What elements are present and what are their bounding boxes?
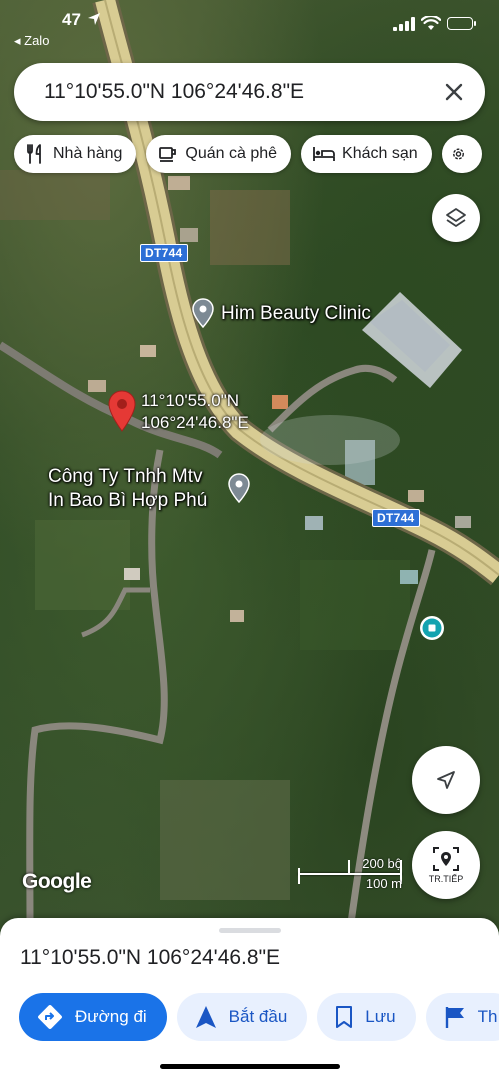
poi-label[interactable]: Công Ty Tnhh Mtv In Bao Bì Hợp Phú: [48, 465, 207, 513]
pin-coordinate-label: 11°10'55.0"N 106°24'46.8"E: [141, 390, 249, 434]
location-arrow-icon: [437, 771, 455, 789]
pin-coordinate-line: 11°10'55.0"N: [141, 391, 239, 410]
chip-hotels[interactable]: Khách sạn: [301, 135, 432, 173]
poi-marker-icon[interactable]: [228, 473, 250, 503]
chip-label: Quán cà phê: [185, 145, 278, 162]
category-chips: Nhà hàng Quán cà phê Khách sạn: [14, 135, 482, 173]
bookmark-icon: [336, 1006, 353, 1028]
action-buttons: Đường đi Bắt đầu Lưu Th: [19, 993, 499, 1041]
label-label: Th: [477, 1007, 498, 1026]
pin-coordinate-line: 106°24'46.8"E: [141, 413, 249, 432]
gear-icon: [452, 148, 464, 160]
save-label: Lưu: [365, 1007, 396, 1026]
chip-restaurants[interactable]: Nhà hàng: [14, 135, 137, 173]
live-view-icon: [433, 847, 459, 871]
label-button[interactable]: Th: [425, 993, 499, 1041]
start-label: Bắt đầu: [228, 1007, 288, 1026]
search-box[interactable]: 11°10'55.0"N 106°24'46.8"E: [14, 63, 485, 121]
chip-more[interactable]: [441, 135, 482, 173]
map-scale: 200 bộ 100 m: [298, 856, 402, 892]
layers-icon: [446, 208, 466, 227]
live-view-label: TR.TIẾP: [428, 874, 464, 884]
sheet-drag-handle[interactable]: [219, 928, 281, 933]
scale-tick: [348, 860, 350, 874]
my-location-button[interactable]: [412, 746, 480, 814]
location-arrow-icon: [88, 13, 100, 25]
home-indicator: [160, 1064, 340, 1069]
flag-icon: [445, 1007, 464, 1028]
coffee-icon: [159, 147, 177, 162]
back-to-app-link[interactable]: ◂ Zalo: [14, 33, 49, 49]
transit-marker-icon[interactable]: [418, 614, 446, 642]
directions-icon: [38, 1005, 62, 1029]
restaurant-icon: [27, 144, 41, 164]
road-shield: DT744: [372, 509, 420, 527]
poi-label-line: In Bao Bì Hợp Phú: [48, 490, 208, 511]
dropped-pin-icon[interactable]: [108, 390, 136, 432]
hotel-icon: [313, 147, 335, 161]
directions-label: Đường đi: [75, 1007, 147, 1026]
scale-bar: [298, 873, 402, 875]
search-input[interactable]: 11°10'55.0"N 106°24'46.8"E: [44, 80, 304, 104]
scale-feet: 200 bộ: [362, 856, 402, 871]
chip-label: Nhà hàng: [53, 145, 123, 162]
live-view-button[interactable]: TR.TIẾP: [412, 831, 480, 899]
place-sheet[interactable]: 11°10'55.0"N 106°24'46.8"E Đường đi Bắt …: [0, 918, 499, 1080]
scale-tick: [298, 868, 300, 884]
battery-icon: [447, 17, 476, 30]
cellular-signal-icon: [393, 16, 415, 31]
directions-button[interactable]: Đường đi: [19, 993, 167, 1041]
road-shield: DT744: [140, 244, 188, 262]
poi-marker-icon[interactable]: [192, 298, 214, 328]
chip-cafes[interactable]: Quán cà phê: [146, 135, 292, 173]
status-icons: [393, 16, 476, 31]
save-button[interactable]: Lưu: [317, 993, 416, 1041]
start-button[interactable]: Bắt đầu: [176, 993, 308, 1041]
poi-label[interactable]: Him Beauty Clinic: [221, 302, 371, 326]
place-title: 11°10'55.0"N 106°24'46.8"E: [20, 946, 281, 969]
scale-meters: 100 m: [365, 876, 402, 891]
layers-button[interactable]: [432, 194, 480, 242]
navigation-arrow-icon: [195, 1006, 216, 1028]
google-logo: Google: [22, 870, 92, 893]
close-icon[interactable]: [439, 77, 469, 107]
clock: 47: [62, 10, 81, 29]
poi-label-line: Công Ty Tnhh Mtv: [48, 466, 203, 487]
status-bar: 47 ◂ Zalo: [0, 0, 499, 50]
wifi-icon: [421, 16, 441, 30]
chip-label: Khách sạn: [342, 145, 418, 162]
